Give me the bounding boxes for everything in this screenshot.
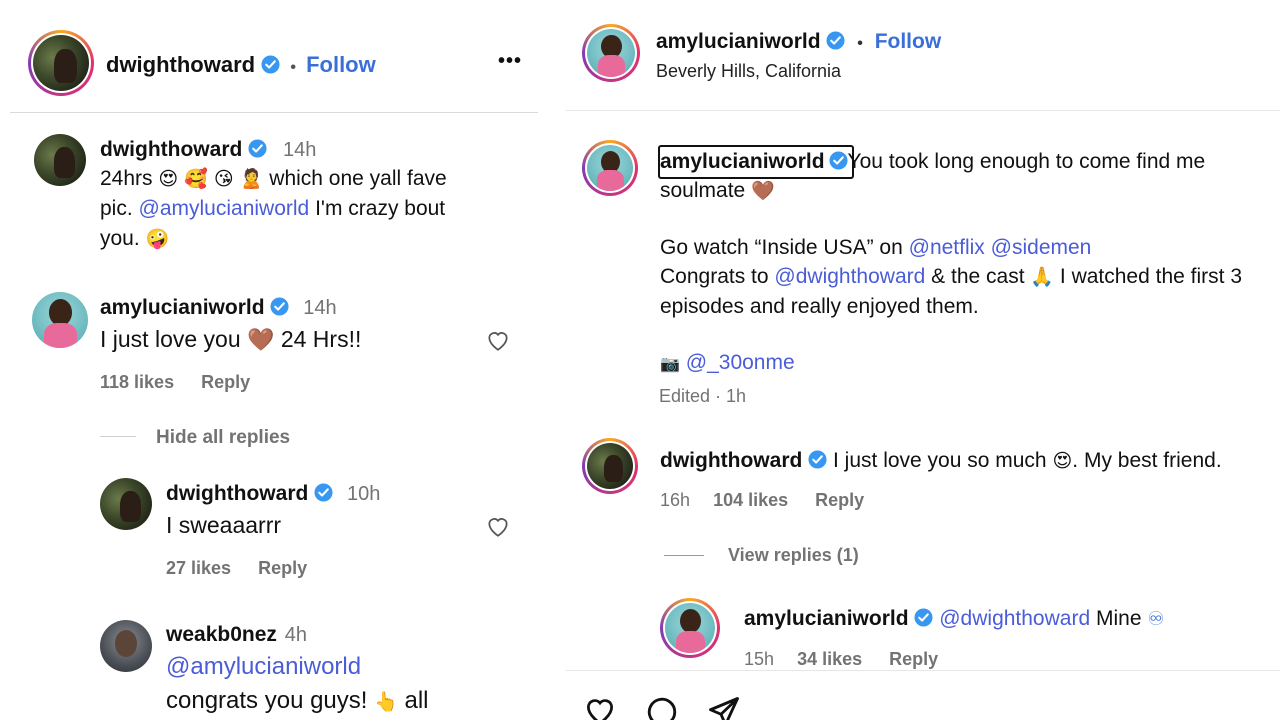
praying-hands-emoji: 🙏 bbox=[1030, 266, 1055, 288]
reply-text: I sweaaarrr bbox=[166, 512, 282, 538]
comment-username[interactable]: dwighthoward bbox=[660, 449, 827, 472]
brown-heart-emoji: 🤎 bbox=[247, 328, 275, 353]
comment-text: dwighthoward I just love you so much 😍. … bbox=[660, 449, 1222, 472]
mention-link[interactable]: @amylucianiworld bbox=[166, 650, 428, 684]
like-heart-icon[interactable] bbox=[485, 328, 511, 352]
reply-button[interactable]: Reply bbox=[258, 558, 307, 578]
reply-meta: 15h 34 likes Reply bbox=[744, 649, 960, 670]
follow-button[interactable]: Follow bbox=[875, 30, 942, 53]
like-heart-icon[interactable] bbox=[485, 514, 511, 538]
reply-username[interactable]: dwighthoward 10h bbox=[166, 482, 380, 506]
reply-button[interactable]: Reply bbox=[889, 649, 938, 669]
reply-username[interactable]: amylucianiworld bbox=[744, 607, 933, 630]
post-author-username[interactable]: dwighthoward • Follow bbox=[106, 52, 376, 78]
comment-likes[interactable]: 104 likes bbox=[713, 490, 788, 510]
infinity-emoji: ♾ bbox=[1147, 608, 1165, 630]
reply-likes[interactable]: 27 likes bbox=[166, 558, 231, 578]
heart-eyes-emoji: 😍 bbox=[1052, 450, 1073, 472]
verified-badge-icon bbox=[248, 139, 267, 158]
reply-avatar[interactable] bbox=[660, 598, 720, 658]
comment-meta: 16h 104 likes Reply bbox=[660, 490, 886, 511]
reply-meta: 27 likes Reply bbox=[166, 558, 329, 579]
replies-divider-line bbox=[664, 555, 704, 556]
reply-button[interactable]: Reply bbox=[201, 372, 250, 392]
reply-time: 4h bbox=[284, 624, 307, 646]
caption-username[interactable]: amylucianiworld bbox=[660, 150, 848, 173]
header-divider bbox=[566, 110, 1280, 111]
reply-text: amylucianiworld @dwighthoward Mine ♾ bbox=[744, 607, 1165, 630]
view-replies-button[interactable]: View replies (1) bbox=[728, 545, 859, 566]
emoji-group: 😍 🥰 😘 🙎 bbox=[158, 168, 264, 190]
replies-divider-line bbox=[100, 436, 136, 437]
more-options-icon[interactable]: ••• bbox=[498, 50, 522, 73]
hide-replies-button[interactable]: Hide all replies bbox=[156, 427, 290, 449]
brown-heart-emoji: 🤎 bbox=[751, 180, 775, 202]
header-divider bbox=[10, 112, 538, 113]
caption-time: 14h bbox=[283, 139, 317, 161]
pointing-hand-emoji: 👆 bbox=[374, 691, 398, 713]
left-post-panel: dwighthoward • Follow ••• dwighthoward 1… bbox=[0, 0, 548, 720]
post-location[interactable]: Beverly Hills, California bbox=[656, 61, 841, 82]
reply-text: @amylucianiworld congrats you guys! 👆 al… bbox=[166, 650, 428, 719]
like-heart-icon[interactable] bbox=[582, 694, 618, 720]
separator-dot: • bbox=[857, 35, 863, 52]
crazy-face-emoji: 🤪 bbox=[145, 228, 170, 250]
post-author-username[interactable]: amylucianiworld • Follow bbox=[656, 30, 941, 54]
reply-button[interactable]: Reply bbox=[815, 490, 864, 510]
reply-time: 10h bbox=[347, 483, 381, 505]
mention-link[interactable]: @amylucianiworld bbox=[139, 197, 310, 220]
verified-badge-icon bbox=[914, 608, 933, 627]
reply-avatar[interactable] bbox=[100, 620, 152, 672]
mention-link[interactable]: @netflix bbox=[909, 236, 985, 259]
mention-link[interactable]: @_30onme bbox=[686, 351, 795, 374]
caption-text: 24hrs 😍 🥰 😘 🙎 which one yall fave pic. @… bbox=[100, 167, 447, 250]
comment-meta: 118 likes Reply bbox=[100, 372, 272, 393]
caption-avatar[interactable] bbox=[34, 134, 86, 186]
comment-time: 14h bbox=[303, 297, 337, 319]
mention-link[interactable]: @dwighthoward bbox=[939, 607, 1090, 630]
reply-username[interactable]: weakb0nez 4h bbox=[166, 623, 307, 647]
comment-avatar[interactable] bbox=[582, 438, 638, 494]
mention-link[interactable]: @dwighthoward bbox=[774, 265, 925, 288]
separator-dot: • bbox=[290, 59, 296, 76]
right-post-panel: amylucianiworld • Follow Beverly Hills, … bbox=[566, 0, 1280, 720]
comment-time: 16h bbox=[660, 490, 691, 510]
caption-username[interactable]: dwighthoward 14h bbox=[100, 138, 316, 162]
post-author-avatar[interactable] bbox=[582, 24, 640, 82]
comment-bubble-icon[interactable] bbox=[644, 694, 680, 720]
verified-badge-icon bbox=[314, 483, 333, 502]
comment-likes[interactable]: 118 likes bbox=[100, 372, 174, 392]
post-author-avatar[interactable] bbox=[28, 30, 94, 96]
caption-avatar[interactable] bbox=[582, 140, 638, 196]
verified-badge-icon bbox=[270, 297, 289, 316]
verified-badge-icon bbox=[261, 55, 280, 74]
reply-likes[interactable]: 34 likes bbox=[797, 649, 862, 669]
verified-badge-icon bbox=[826, 31, 845, 50]
edited-label: Edited · 1h bbox=[659, 386, 747, 406]
mention-link[interactable]: @sidemen bbox=[991, 236, 1092, 259]
verified-badge-icon bbox=[829, 151, 848, 170]
verified-badge-icon bbox=[808, 450, 827, 469]
panel-gap bbox=[548, 0, 566, 720]
reply-avatar[interactable] bbox=[100, 478, 152, 530]
comment-text: I just love you 🤎 24 Hrs!! bbox=[100, 326, 362, 353]
follow-button[interactable]: Follow bbox=[306, 52, 376, 77]
comment-avatar[interactable] bbox=[32, 292, 88, 348]
camera-emoji: 📷 bbox=[660, 354, 680, 373]
actions-divider bbox=[566, 670, 1280, 671]
share-send-icon[interactable] bbox=[706, 694, 742, 720]
comment-username[interactable]: amylucianiworld 14h bbox=[100, 296, 337, 320]
reply-time: 15h bbox=[744, 649, 775, 669]
caption-text: amylucianiworld You took long enough to c… bbox=[660, 150, 1242, 374]
